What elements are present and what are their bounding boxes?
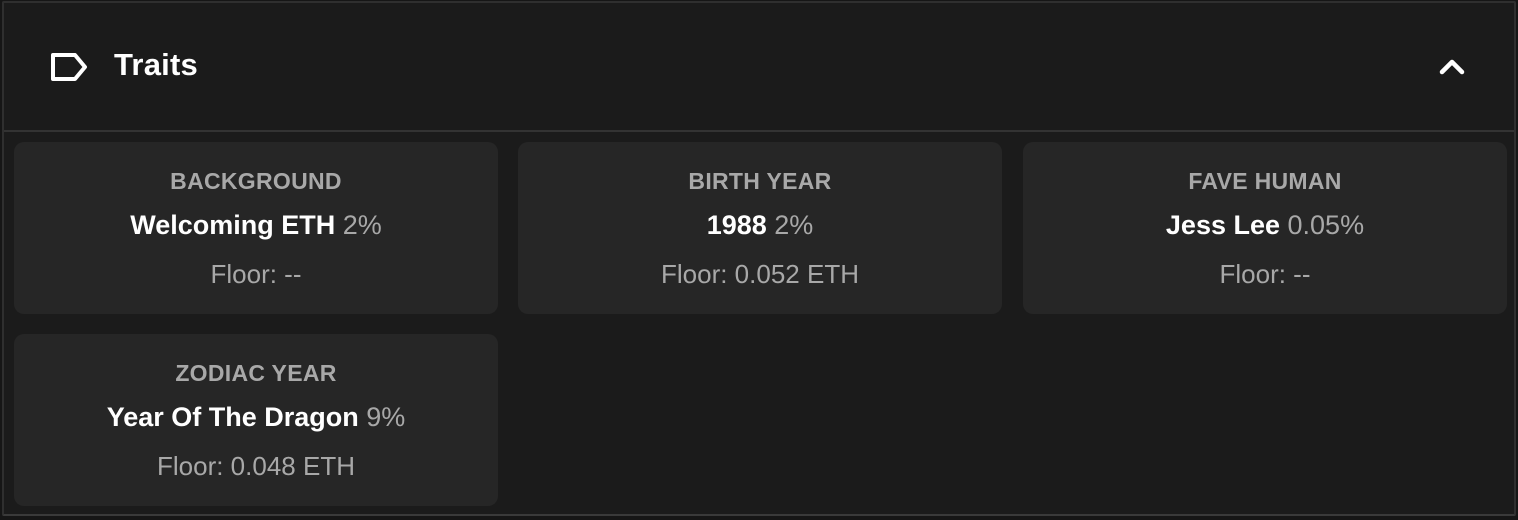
- trait-type: FAVE HUMAN: [1188, 168, 1342, 194]
- trait-value: 1988: [706, 210, 767, 240]
- traits-panel-header[interactable]: Traits: [4, 3, 1514, 132]
- trait-value-line: Jess Lee 0.05%: [1023, 210, 1507, 241]
- trait-card-birth-year[interactable]: BIRTH YEAR 1988 2% Floor: 0.052 ETH: [518, 142, 1002, 314]
- trait-rarity-percent: 2%: [342, 210, 382, 240]
- tag-icon: [51, 53, 87, 81]
- trait-value-line: Year Of The Dragon 9%: [14, 402, 498, 433]
- trait-value: Jess Lee: [1165, 210, 1280, 240]
- trait-card-zodiac-year[interactable]: ZODIAC YEAR Year Of The Dragon 9% Floor:…: [14, 334, 498, 506]
- trait-value: Welcoming ETH: [130, 210, 336, 240]
- traits-panel: Traits BACKGROUND Welcoming ETH 2% Floor…: [2, 1, 1516, 516]
- trait-value-line: Welcoming ETH 2%: [14, 210, 498, 241]
- trait-value: Year Of The Dragon: [106, 402, 359, 432]
- trait-card-background[interactable]: BACKGROUND Welcoming ETH 2% Floor: --: [14, 142, 498, 314]
- panel-title: Traits: [114, 47, 198, 82]
- trait-floor: Floor: 0.048 ETH: [157, 451, 355, 481]
- trait-rarity-percent: 0.05%: [1287, 210, 1365, 240]
- trait-floor: Floor: 0.052 ETH: [661, 259, 859, 289]
- trait-rarity-percent: 9%: [366, 402, 406, 432]
- trait-card-fave-human[interactable]: FAVE HUMAN Jess Lee 0.05% Floor: --: [1023, 142, 1507, 314]
- trait-floor: Floor: --: [1219, 259, 1311, 289]
- trait-type: BIRTH YEAR: [688, 168, 832, 194]
- trait-floor: Floor: --: [210, 259, 302, 289]
- chevron-up-icon[interactable]: [1436, 53, 1468, 79]
- trait-value-line: 1988 2%: [518, 210, 1002, 241]
- trait-type: BACKGROUND: [170, 168, 342, 194]
- trait-type: ZODIAC YEAR: [175, 360, 337, 386]
- trait-rarity-percent: 2%: [774, 210, 814, 240]
